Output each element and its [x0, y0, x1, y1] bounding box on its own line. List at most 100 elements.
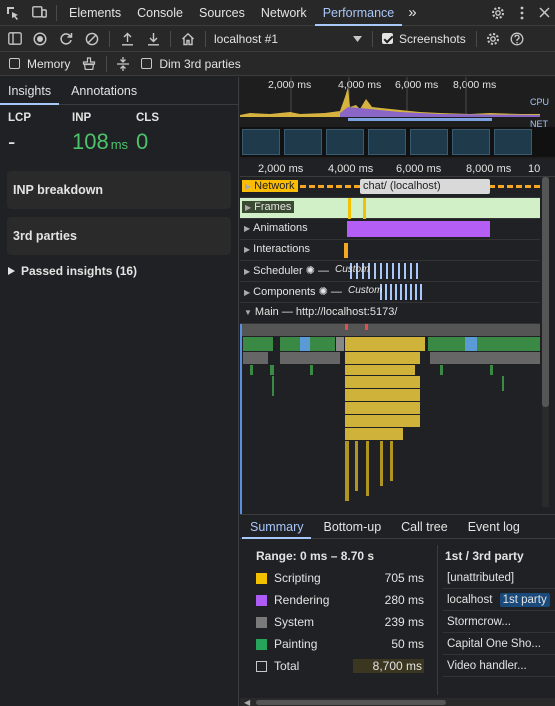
home-icon[interactable] [175, 26, 201, 52]
range-label: Range: 0 ms – 8.70 s [256, 549, 375, 563]
interaction-bar[interactable] [344, 243, 348, 258]
component-ticks [380, 284, 425, 300]
chevron-down-icon [353, 35, 362, 42]
metric-values: - 108 ms 0 [8, 129, 228, 157]
garbage-collect-icon[interactable] [76, 52, 102, 76]
target-select[interactable]: localhost #1 [210, 28, 362, 50]
tab-console[interactable]: Console [129, 0, 191, 26]
insight-card-3rd-parties[interactable]: 3rd parties [7, 217, 231, 255]
track-label: ▶ Interactions [244, 243, 311, 255]
tab-sources[interactable]: Sources [191, 0, 253, 26]
tab-elements[interactable]: Elements [61, 0, 129, 26]
timeline-overview[interactable]: 2,000 ms 4,000 ms 6,000 ms 8,000 ms CPU … [240, 77, 555, 159]
screenshot-thumbnail [452, 129, 490, 155]
track-label: ▶ Scheduler ✺ — [244, 265, 330, 277]
ruler-tick: 6,000 ms [396, 163, 442, 175]
upload-icon[interactable] [114, 26, 140, 52]
track-label: ▶ Network [242, 180, 298, 192]
divider [109, 30, 110, 47]
tab-insights[interactable]: Insights [0, 77, 60, 105]
party-row[interactable]: [unattributed] [443, 567, 555, 589]
passed-insights-toggle[interactable]: Passed insights (16) [8, 263, 137, 279]
metric-label-lcp: LCP [8, 112, 31, 124]
party-row[interactable]: Capital One Sho... [443, 633, 555, 655]
custom-label: Custom [335, 264, 370, 275]
color-swatch [256, 594, 267, 606]
gear-icon[interactable] [485, 0, 511, 26]
dim-3rd-parties-label: Dim 3rd parties [159, 56, 241, 71]
memory-checkbox[interactable] [9, 58, 20, 69]
track-scheduler[interactable]: ▶ Scheduler ✺ — Custom [240, 261, 540, 282]
summary-row-painting: Painting 50 ms [256, 633, 424, 655]
performance-toolbar: localhost #1 Screenshots [0, 26, 555, 52]
animation-bar[interactable] [347, 221, 490, 237]
record-icon[interactable] [27, 26, 53, 52]
dim-3rd-parties-checkbox[interactable] [141, 58, 153, 69]
network-request-label: chat/ (localhost) [363, 180, 441, 192]
first-party-badge: 1st party [499, 593, 550, 607]
scroll-left-arrow-icon[interactable]: ◀ [244, 698, 250, 706]
tab-event-log[interactable]: Event log [460, 515, 528, 539]
lcp-value: - [8, 129, 16, 154]
tab-bottom-up[interactable]: Bottom-up [315, 515, 389, 539]
details-tabs: Summary Bottom-up Call tree Event log [240, 515, 555, 539]
passed-insights-label: Passed insights (16) [21, 264, 138, 278]
reload-record-icon[interactable] [53, 26, 79, 52]
track-interactions[interactable]: ▶ Interactions [240, 240, 540, 261]
horizontal-scrollbar[interactable]: ◀ [240, 698, 555, 706]
tab-summary[interactable]: Summary [242, 515, 312, 539]
track-main[interactable]: ▼ Main — http://localhost:5173/ [240, 303, 540, 324]
device-toolbar-icon[interactable] [26, 0, 52, 26]
third-party-header: 1st / 3rd party [445, 549, 524, 563]
metric-label-inp: INP [72, 112, 92, 124]
tab-network[interactable]: Network [253, 0, 315, 26]
screenshot-thumbnail [326, 129, 364, 155]
inspect-element-icon[interactable] [0, 0, 26, 26]
total-value: 8,700 ms [352, 659, 424, 673]
tab-annotations[interactable]: Annotations [63, 77, 145, 105]
summary-row-system: System 239 ms [256, 611, 424, 633]
color-swatch [256, 638, 267, 650]
horizontal-scroll-thumb[interactable] [256, 700, 446, 705]
track-network[interactable]: chat/ (localhost) ▶ Network [240, 177, 540, 198]
insight-card-inp-breakdown[interactable]: INP breakdown [7, 171, 231, 209]
tab-performance[interactable]: Performance [314, 0, 403, 26]
screenshot-thumbnail [494, 129, 532, 155]
inp-value: 108 ms [72, 129, 129, 154]
download-icon[interactable] [140, 26, 166, 52]
screenshots-label: Screenshots [399, 31, 466, 46]
more-tabs-button[interactable]: » [402, 0, 422, 26]
party-row[interactable]: Video handler... [443, 655, 555, 677]
frame-marker [348, 198, 351, 219]
track-animations[interactable]: ▶ Animations [240, 219, 540, 240]
tab-call-tree[interactable]: Call tree [393, 515, 456, 539]
party-row[interactable]: localhost 1st party [443, 589, 555, 611]
sidebar-toggle-icon[interactable] [3, 26, 27, 52]
network-request-bar[interactable]: chat/ (localhost) [360, 179, 490, 194]
divider [170, 30, 171, 47]
screenshots-checkbox[interactable] [382, 33, 393, 44]
close-icon[interactable] [533, 0, 555, 26]
timeline-scrollbar[interactable] [542, 177, 549, 507]
timeline-scroll-thumb[interactable] [542, 177, 549, 407]
metric-label-cls: CLS [136, 112, 159, 124]
network-overview-bar [348, 118, 492, 121]
screenshot-filmstrip [240, 127, 555, 157]
help-icon[interactable] [505, 26, 529, 52]
collapse-tracks-icon[interactable] [111, 52, 135, 76]
party-row[interactable]: Stormcrow... [443, 611, 555, 633]
main-flame-chart[interactable] [240, 324, 540, 514]
summary-section: Range: 0 ms – 8.70 s Scripting 705 ms Re… [256, 545, 424, 677]
track-label: ▼ Main — http://localhost:5173/ [244, 306, 398, 318]
insights-sidebar: Insights Annotations LCP INP CLS - 108 ms… [0, 77, 239, 706]
screenshot-thumbnail [242, 129, 280, 155]
more-options-icon[interactable] [511, 0, 533, 26]
memory-label: Memory [27, 56, 71, 71]
track-components[interactable]: ▶ Components ✺ — Custom [240, 282, 540, 303]
clear-icon[interactable] [79, 26, 105, 52]
frame-marker [363, 198, 366, 219]
track-frames[interactable]: ▶ Frames [240, 198, 540, 219]
capture-settings-gear-icon[interactable] [481, 26, 505, 52]
screenshot-thumbnail [368, 129, 406, 155]
color-swatch [256, 660, 267, 672]
